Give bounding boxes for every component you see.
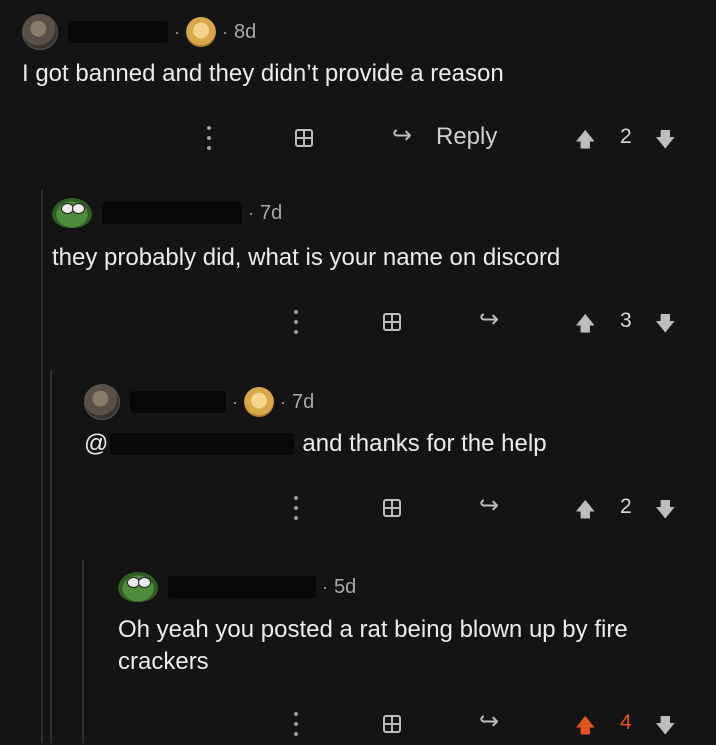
more-options-icon[interactable] [294, 496, 300, 520]
comment-body: @ and thanks for the help [84, 428, 547, 460]
comment-age: 7d [292, 390, 315, 413]
gift-icon[interactable] [383, 715, 401, 733]
upvote-icon[interactable]: 🡅 [575, 309, 596, 343]
reply-icon[interactable]: ↩ [479, 707, 499, 736]
redacted-username [102, 202, 242, 224]
comment-header: · 5d [118, 572, 356, 602]
reply-icon[interactable]: ↩ [392, 121, 412, 150]
upvote-icon[interactable]: 🡅 [575, 125, 596, 159]
downvote-icon[interactable]: 🡇 [655, 711, 676, 745]
comment-age: 8d [234, 20, 257, 43]
award-badge-icon [186, 17, 216, 47]
downvote-icon[interactable]: 🡇 [655, 309, 676, 343]
vote-score: 2 [620, 125, 632, 148]
comment-age: 5d [334, 575, 357, 598]
comment-age: 7d [260, 201, 283, 224]
user-avatar-icon[interactable] [84, 384, 120, 420]
comment-header: · · 8d [22, 14, 256, 50]
comment-text: and thanks for the help [302, 430, 547, 457]
redacted-username [130, 391, 226, 413]
comment-actions: ↩ 🡅 4 🡇 [0, 704, 716, 743]
comment-text: I got banned and they didn’t provide a r… [22, 60, 504, 87]
separator-dot: · [248, 202, 254, 223]
comment-header: · 7d [52, 198, 282, 228]
thread-line-1 [41, 190, 43, 743]
upvote-icon[interactable]: 🡅 [575, 711, 596, 745]
downvote-icon[interactable]: 🡇 [655, 125, 676, 159]
comment-actions: ↩ 🡅 2 🡇 [0, 488, 716, 528]
redacted-username [68, 21, 168, 43]
gift-icon[interactable] [295, 129, 313, 147]
user-mention[interactable]: @ [84, 428, 108, 460]
separator-dot: · [280, 391, 286, 412]
comment-header: · · 7d [84, 384, 314, 420]
more-options-icon[interactable] [294, 712, 300, 736]
separator-dot: · [322, 576, 328, 597]
gift-icon[interactable] [383, 313, 401, 331]
reply-icon[interactable]: ↩ [479, 305, 499, 334]
redacted-username [168, 576, 316, 598]
comment-actions: ↩ 🡅 3 🡇 [0, 302, 716, 342]
more-options-icon[interactable] [294, 310, 300, 334]
vote-score: 2 [620, 495, 632, 518]
gift-icon[interactable] [383, 499, 401, 517]
comment-actions: ↩ Reply 🡅 2 🡇 [0, 118, 716, 158]
user-avatar-icon[interactable] [22, 14, 58, 50]
redacted-mention [110, 433, 295, 455]
reply-button[interactable]: Reply [436, 123, 497, 151]
separator-dot: · [222, 21, 228, 42]
reply-icon[interactable]: ↩ [479, 491, 499, 520]
thread-line-2 [50, 370, 52, 743]
vote-score: 4 [620, 711, 632, 734]
user-avatar-icon[interactable] [52, 198, 92, 228]
award-badge-icon [244, 387, 274, 417]
more-options-icon[interactable] [207, 126, 213, 150]
comment-text: they probably did, what is your name on … [52, 244, 561, 271]
downvote-icon[interactable]: 🡇 [655, 495, 676, 529]
vote-score: 3 [620, 309, 632, 332]
user-avatar-icon[interactable] [118, 572, 158, 602]
separator-dot: · [174, 21, 180, 42]
comment-text: Oh yeah you posted a rat being blown up … [118, 616, 628, 675]
separator-dot: · [232, 391, 238, 412]
upvote-icon[interactable]: 🡅 [575, 495, 596, 529]
